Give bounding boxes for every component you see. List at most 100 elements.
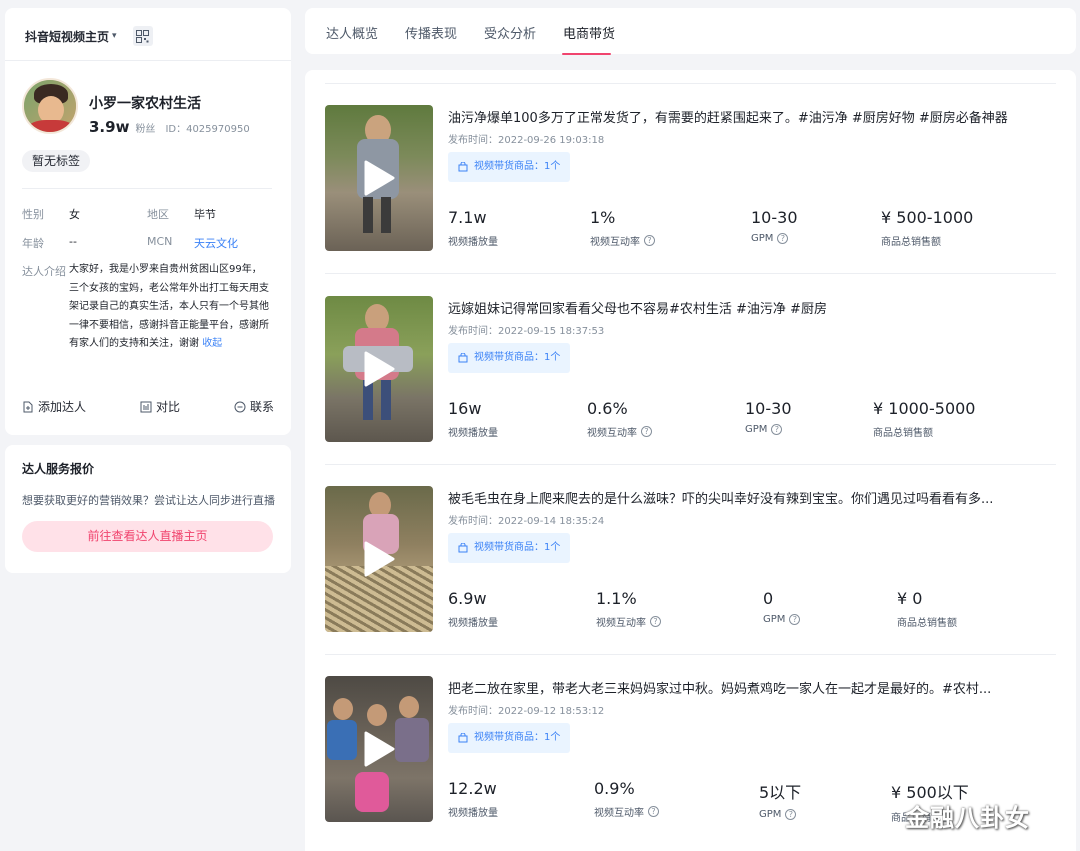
- left-column: 抖音短视频主页 ▾ 小罗一家农村生活 3.9w 粉丝 ID：4025970950…: [5, 8, 291, 573]
- video-title[interactable]: 把老二放在家里，带老大老三来妈妈家过中秋。妈妈煮鸡吃一家人在一起才是最好的。#农…: [448, 678, 1058, 697]
- metric-gpm: 0 GPM?: [763, 589, 801, 625]
- region-label: 地区: [147, 208, 169, 221]
- tab-ecommerce[interactable]: 电商带货: [563, 23, 615, 42]
- sales-value: ¥ 1000-5000: [873, 399, 976, 418]
- region-value-wrap: 毕节: [194, 206, 216, 222]
- sales-label: 商品总销售额: [873, 428, 933, 439]
- gender-label: 性别: [22, 208, 44, 221]
- help-icon[interactable]: ?: [641, 426, 652, 437]
- intro-body: 大家好，我是小罗来自贵州贫困山区99年，三个女孩的宝妈，老公常年外出打工每天用支…: [69, 264, 269, 349]
- interact-label: 视频互动率: [596, 618, 646, 629]
- video-title[interactable]: 被毛毛虫在身上爬来爬去的是什么滋味？吓的尖叫幸好没有辣到宝宝。你们遇见过吗看看有…: [448, 488, 1058, 507]
- video-goods-badge[interactable]: 视频带货商品：1个: [448, 343, 571, 373]
- plays-value: 7.1w: [448, 208, 487, 227]
- video-thumbnail[interactable]: [325, 486, 433, 632]
- add-file-icon: [23, 401, 33, 412]
- age-value: --: [69, 235, 77, 248]
- chat-icon: [234, 401, 246, 412]
- gender-value-wrap: 女: [69, 206, 80, 222]
- tab-audience[interactable]: 受众分析: [484, 23, 536, 42]
- help-icon[interactable]: ?: [777, 233, 789, 244]
- sales-value: ¥ 0: [897, 589, 923, 608]
- interact-value: 1.1%: [596, 589, 637, 608]
- play-icon: [364, 541, 395, 577]
- date-value: 2022-09-15 18:37:53: [498, 326, 605, 337]
- video-date: 发布时间：2022-09-12 18:53:12: [448, 702, 604, 717]
- video-item[interactable]: 被毛毛虫在身上爬来爬去的是什么滋味？吓的尖叫幸好没有辣到宝宝。你们遇见过吗看看有…: [325, 451, 1058, 655]
- compare-icon: [140, 401, 152, 412]
- gpm-label: GPM: [763, 614, 786, 625]
- metric-plays: 12.2w 视频播放量: [448, 779, 498, 819]
- goods-label: 视频带货商品：1个: [474, 352, 561, 363]
- help-icon[interactable]: ?: [771, 424, 783, 435]
- plays-value: 16w: [448, 399, 482, 418]
- video-date: 发布时间：2022-09-14 18:35:24: [448, 512, 604, 527]
- interact-value: 0.6%: [587, 399, 628, 418]
- qr-code-icon[interactable]: [132, 26, 153, 46]
- goods-label: 视频带货商品：1个: [474, 161, 561, 172]
- sales-value: ¥ 500-1000: [881, 208, 974, 227]
- region-label-wrap: 地区: [147, 206, 169, 222]
- video-thumbnail[interactable]: [325, 105, 433, 251]
- platform-row: 抖音短视频主页 ▾: [25, 26, 153, 46]
- gpm-value: 5以下: [759, 783, 802, 802]
- metric-plays: 16w 视频播放量: [448, 399, 498, 439]
- action-row: 添加达人 对比 联系: [22, 398, 274, 415]
- profile-card: 抖音短视频主页 ▾ 小罗一家农村生活 3.9w 粉丝 ID：4025970950…: [5, 8, 291, 435]
- interact-label: 视频互动率: [590, 237, 640, 248]
- region-value: 毕节: [194, 208, 216, 221]
- divider: [5, 60, 291, 61]
- goods-label: 视频带货商品：1个: [474, 732, 561, 743]
- collapse-link[interactable]: 收起: [202, 338, 222, 349]
- gender-value: 女: [69, 208, 80, 221]
- contact-label: 联系: [249, 400, 274, 414]
- metric-interact: 1% 视频互动率?: [590, 208, 655, 248]
- plays-value: 6.9w: [448, 589, 487, 608]
- play-icon: [364, 160, 395, 196]
- metric-plays: 7.1w 视频播放量: [448, 208, 498, 248]
- avatar[interactable]: [22, 78, 78, 134]
- nickname: 小罗一家农村生活: [89, 96, 201, 112]
- video-title[interactable]: 远嫁姐妹记得常回家看看父母也不容易#农村生活 #油污净 #厨房: [448, 298, 1058, 317]
- help-icon[interactable]: ?: [785, 809, 797, 820]
- quote-desc: 想要获取更好的营销效果？尝试让达人同步进行直播: [22, 494, 275, 507]
- contact-button[interactable]: 联系: [234, 398, 274, 415]
- video-item[interactable]: 油污净爆单100多万了正常发货了，有需要的赶紧围起来了。#油污净 #厨房好物 #…: [325, 70, 1058, 274]
- video-goods-badge[interactable]: 视频带货商品：1个: [448, 533, 571, 563]
- help-icon[interactable]: ?: [650, 616, 661, 627]
- help-icon[interactable]: ?: [789, 614, 801, 625]
- tag-badge: 暂无标签: [22, 150, 91, 172]
- gpm-value: 10-30: [745, 399, 792, 418]
- video-item[interactable]: 远嫁姐妹记得常回家看看父母也不容易#农村生活 #油污净 #厨房 发布时间：202…: [325, 261, 1058, 465]
- video-title[interactable]: 油污净爆单100多万了正常发货了，有需要的赶紧围起来了。#油污净 #厨房好物 #…: [448, 107, 1058, 126]
- play-icon: [364, 351, 395, 387]
- tab-overview[interactable]: 达人概览: [326, 23, 378, 42]
- chevron-down-icon: ▾: [112, 31, 117, 41]
- date-value: 2022-09-14 18:35:24: [498, 516, 605, 527]
- date-value: 2022-09-12 18:53:12: [498, 706, 605, 717]
- date-prefix: 发布时间：: [448, 516, 498, 527]
- metric-sales: ¥ 1000-5000 商品总销售额: [873, 399, 975, 439]
- bag-icon: [458, 162, 468, 172]
- age-value-wrap: --: [69, 235, 77, 248]
- bag-icon: [458, 733, 468, 743]
- interact-value: 0.9%: [594, 779, 635, 798]
- add-creator-button[interactable]: 添加达人: [22, 398, 86, 415]
- view-live-page-button[interactable]: 前往查看达人直播主页: [22, 521, 273, 552]
- video-thumbnail[interactable]: [325, 676, 433, 822]
- video-goods-badge[interactable]: 视频带货商品：1个: [448, 723, 571, 753]
- help-icon[interactable]: ?: [648, 806, 659, 817]
- interact-value: 1%: [590, 208, 616, 227]
- platform-selector[interactable]: 抖音短视频主页 ▾: [25, 28, 117, 45]
- mcn-link[interactable]: 天云文化: [194, 237, 238, 250]
- play-icon: [364, 731, 395, 767]
- tab-spread[interactable]: 传播表现: [405, 23, 457, 42]
- help-icon[interactable]: ?: [644, 235, 655, 246]
- plays-label: 视频播放量: [448, 618, 498, 629]
- plays-label: 视频播放量: [448, 237, 498, 248]
- mcn-value-wrap: 天云文化: [194, 235, 238, 251]
- video-thumbnail[interactable]: [325, 296, 433, 442]
- compare-button[interactable]: 对比: [140, 398, 180, 415]
- video-goods-badge[interactable]: 视频带货商品：1个: [448, 152, 571, 182]
- sales-label: 商品总销售额: [897, 618, 957, 629]
